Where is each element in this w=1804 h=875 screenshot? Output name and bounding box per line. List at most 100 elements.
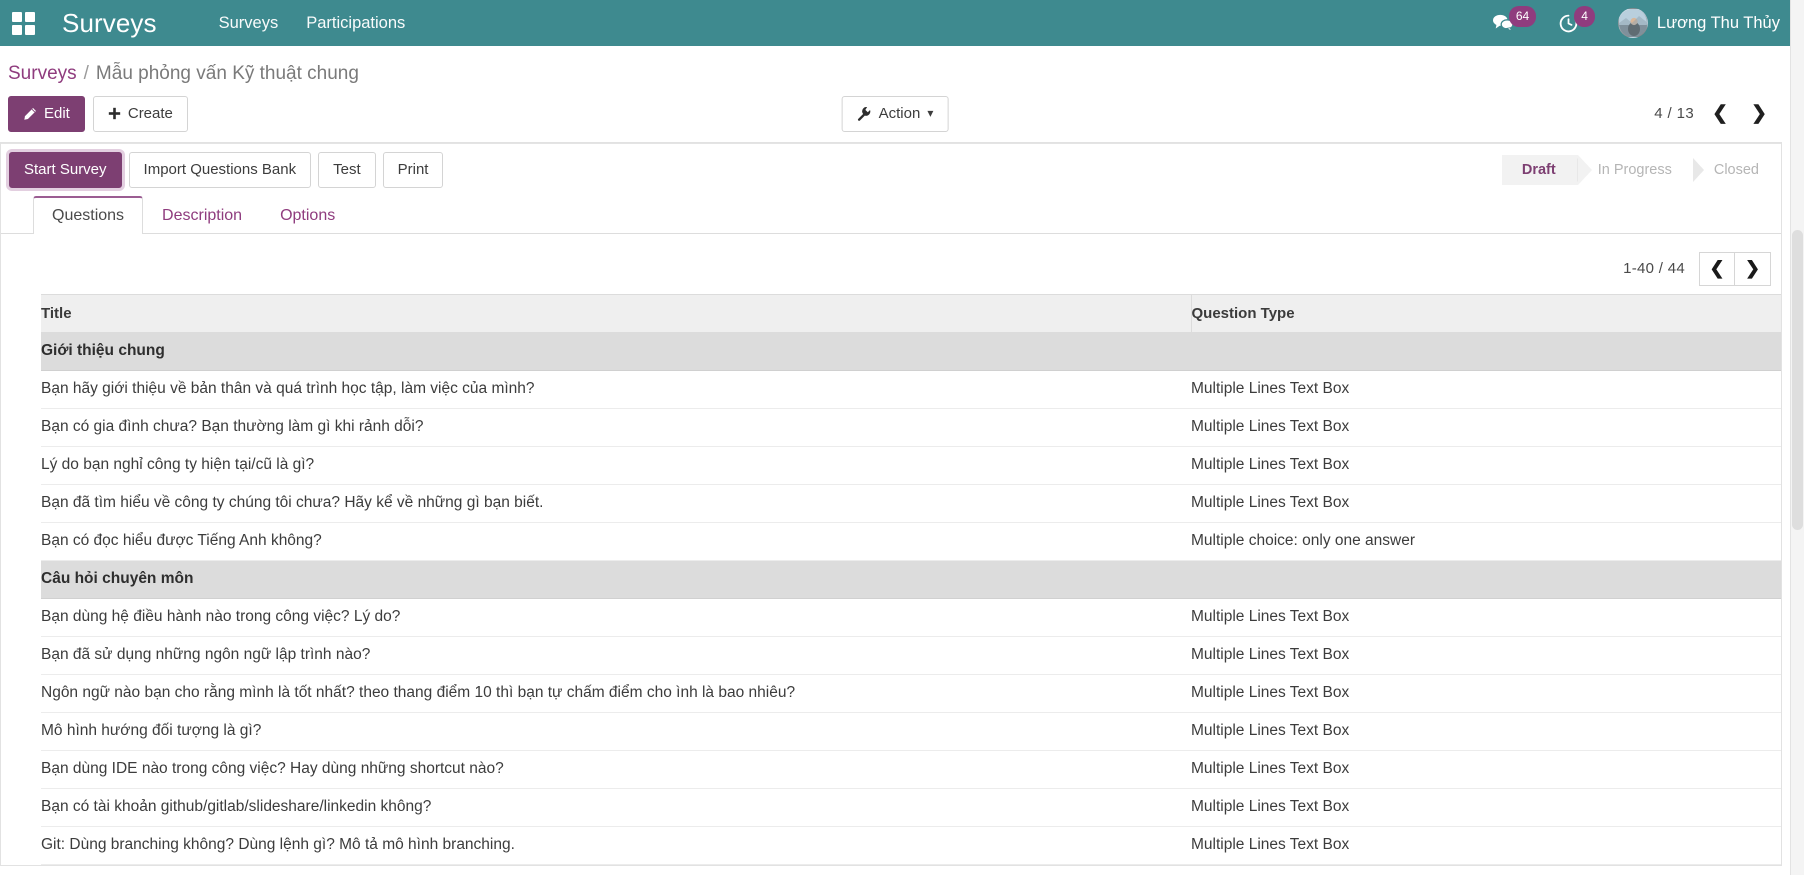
form-sheet: Start Survey Import Questions Bank Test … xyxy=(0,141,1782,866)
status-pipeline: Draft In Progress Closed xyxy=(1501,154,1781,185)
question-title-cell: Lý do bạn nghỉ công ty hiện tại/cũ là gì… xyxy=(41,446,1191,485)
table-row[interactable]: Bạn có tài khoản github/gitlab/slideshar… xyxy=(41,788,1781,827)
edit-button[interactable]: Edit xyxy=(8,96,85,132)
nav-item-participations[interactable]: Participations xyxy=(292,8,419,39)
user-name-label: Lương Thu Thủy xyxy=(1656,13,1780,32)
list-pager-previous[interactable]: ❮ xyxy=(1699,251,1735,286)
print-button[interactable]: Print xyxy=(382,151,444,188)
table-row[interactable]: Bạn có gia đình chưa? Bạn thường làm gì … xyxy=(41,408,1781,447)
question-title-cell: Bạn dùng IDE nào trong công việc? Hay dù… xyxy=(41,750,1191,789)
section-title-cell: Câu hỏi chuyên môn xyxy=(41,560,1191,599)
question-type-cell: Multiple Lines Text Box xyxy=(1191,674,1781,713)
breadcrumb: Surveys / Mẫu phỏng vấn Kỹ thuật chung xyxy=(0,46,1790,91)
questions-table-body: Giới thiệu chung Bạn hãy giới thiệu về bả… xyxy=(41,332,1781,865)
record-pager: 4 / 13 ❮ ❯ xyxy=(1654,104,1778,123)
activities-menu[interactable]: 4 xyxy=(1549,5,1604,39)
table-row[interactable]: Mô hình hướng đối tượng là gì? Multiple L… xyxy=(41,712,1781,751)
table-row[interactable]: Lý do bạn nghỉ công ty hiện tại/cũ là gì… xyxy=(41,446,1781,485)
apps-grid-icon[interactable] xyxy=(10,10,36,36)
question-title-cell: Bạn có đọc hiểu được Tiếng Anh không? xyxy=(41,522,1191,561)
table-row[interactable]: Bạn có đọc hiểu được Tiếng Anh không? Mul… xyxy=(41,522,1781,561)
question-type-cell: Multiple Lines Text Box xyxy=(1191,636,1781,675)
column-header-title[interactable]: Title xyxy=(41,293,1191,333)
question-title-cell: Git: Dùng branching không? Dùng lệnh gì?… xyxy=(41,826,1191,865)
breadcrumb-root-link[interactable]: Surveys xyxy=(8,63,77,85)
test-button[interactable]: Test xyxy=(318,151,376,188)
table-row[interactable]: Git: Dùng branching không? Dùng lệnh gì?… xyxy=(41,826,1781,865)
questions-table-head: Title Question Type xyxy=(41,293,1781,333)
table-row[interactable]: Bạn dùng hệ điều hành nào trong công việ… xyxy=(41,598,1781,637)
page-scrollbar-thumb[interactable] xyxy=(1792,230,1803,530)
tab-questions[interactable]: Questions xyxy=(33,195,144,234)
questions-table: Title Question Type Giới thiệu chung Bạn … xyxy=(41,293,1781,865)
activities-count-badge: 4 xyxy=(1574,5,1595,27)
question-title-cell: Bạn có gia đình chưa? Bạn thường làm gì … xyxy=(41,408,1191,447)
create-button[interactable]: Create xyxy=(92,96,188,132)
question-type-cell: Multiple Lines Text Box xyxy=(1191,788,1781,827)
chevron-down-icon: ▾ xyxy=(927,106,934,121)
question-type-cell: Multiple Lines Text Box xyxy=(1191,484,1781,523)
question-type-cell: Multiple Lines Text Box xyxy=(1191,598,1781,637)
create-button-label: Create xyxy=(127,105,173,122)
question-type-cell: Multiple Lines Text Box xyxy=(1191,826,1781,865)
top-navbar: Surveys Surveys Participations 64 4 Lươn… xyxy=(0,0,1804,46)
messages-count-badge: 64 xyxy=(1508,5,1537,27)
question-type-cell: Multiple Lines Text Box xyxy=(1191,370,1781,409)
question-type-cell xyxy=(1191,332,1781,371)
column-header-question-type[interactable]: Question Type xyxy=(1190,293,1781,333)
notebook-tabs: Questions Description Options xyxy=(1,195,1781,234)
question-type-cell: Multiple Lines Text Box xyxy=(1191,750,1781,789)
table-section-row[interactable]: Câu hỏi chuyên môn xyxy=(41,560,1781,599)
wrench-icon xyxy=(857,107,871,122)
question-title-cell: Mô hình hướng đối tượng là gì? xyxy=(41,712,1191,751)
status-stage-draft[interactable]: Draft xyxy=(1501,154,1592,185)
form-statusbar-row: Start Survey Import Questions Bank Test … xyxy=(1,142,1781,196)
nav-item-surveys[interactable]: Surveys xyxy=(205,8,293,39)
breadcrumb-current-record: Mẫu phỏng vấn Kỹ thuật chung xyxy=(95,63,359,84)
action-menu-button[interactable]: Action ▾ xyxy=(841,96,949,132)
app-brand-title[interactable]: Surveys xyxy=(48,8,169,39)
table-row[interactable]: Bạn dùng IDE nào trong công việc? Hay dù… xyxy=(41,750,1781,789)
tab-options[interactable]: Options xyxy=(261,196,354,234)
import-questions-bank-button[interactable]: Import Questions Bank xyxy=(128,151,312,188)
section-title-cell: Giới thiệu chung xyxy=(41,332,1191,371)
questions-tab-panel: 1-40 / 44 ❮ ❯ Title Question Type Giới t… xyxy=(1,234,1781,865)
user-avatar xyxy=(1617,8,1648,38)
status-stage-in-progress[interactable]: In Progress xyxy=(1576,155,1694,185)
table-section-row[interactable]: Giới thiệu chung xyxy=(41,332,1781,371)
table-row[interactable]: Bạn đã sử dụng những ngôn ngữ lập trình … xyxy=(41,636,1781,675)
control-panel-buttons: Edit Create xyxy=(8,96,188,132)
tab-description[interactable]: Description xyxy=(143,196,261,234)
questions-table-header-row: Title Question Type xyxy=(41,293,1781,333)
table-row[interactable]: Bạn hãy giới thiệu về bản thân và quá tr… xyxy=(41,370,1781,409)
table-row[interactable]: Ngôn ngữ nào bạn cho rằng mình là tốt nh… xyxy=(41,674,1781,713)
page-scrollbar[interactable] xyxy=(1790,0,1804,875)
question-title-cell: Bạn đã tìm hiểu về công ty chúng tôi chư… xyxy=(41,484,1191,523)
question-type-cell: Multiple Lines Text Box xyxy=(1191,408,1781,447)
list-pager-next[interactable]: ❯ xyxy=(1735,251,1771,286)
list-pager-value: 1-40 / 44 xyxy=(1623,260,1685,277)
table-row[interactable]: Bạn đã tìm hiểu về công ty chúng tôi chư… xyxy=(41,484,1781,523)
question-type-cell: Multiple Lines Text Box xyxy=(1191,712,1781,751)
start-survey-button[interactable]: Start Survey xyxy=(9,151,122,188)
list-pager: 1-40 / 44 ❮ ❯ xyxy=(1,251,1781,294)
question-title-cell: Bạn dùng hệ điều hành nào trong công việ… xyxy=(41,598,1191,637)
plus-icon xyxy=(108,108,121,120)
pencil-icon xyxy=(24,107,36,120)
app-root: Surveys Surveys Participations 64 4 Lươn… xyxy=(0,0,1804,875)
question-title-cell: Bạn có tài khoản github/gitlab/slideshar… xyxy=(41,788,1191,827)
action-menu-wrap: Action ▾ xyxy=(841,96,949,132)
messages-menu[interactable]: 64 xyxy=(1483,5,1545,39)
user-menu[interactable]: Lương Thu Thủy xyxy=(1608,6,1786,40)
form-action-buttons: Start Survey Import Questions Bank Test … xyxy=(9,151,444,188)
edit-button-label: Edit xyxy=(44,105,70,122)
record-pager-next[interactable]: ❯ xyxy=(1746,104,1772,123)
status-stage-closed[interactable]: Closed xyxy=(1692,155,1781,185)
question-title-cell: Bạn đã sử dụng những ngôn ngữ lập trình … xyxy=(41,636,1191,675)
navbar-menu: Surveys Participations xyxy=(205,8,420,39)
systray: 64 4 Lương Thu Thủy xyxy=(1483,5,1790,40)
question-type-cell: Multiple choice: only one answer xyxy=(1191,522,1781,561)
record-pager-previous[interactable]: ❮ xyxy=(1707,104,1733,123)
breadcrumb-separator: / xyxy=(83,63,89,84)
question-title-cell: Bạn hãy giới thiệu về bản thân và quá tr… xyxy=(41,370,1191,409)
